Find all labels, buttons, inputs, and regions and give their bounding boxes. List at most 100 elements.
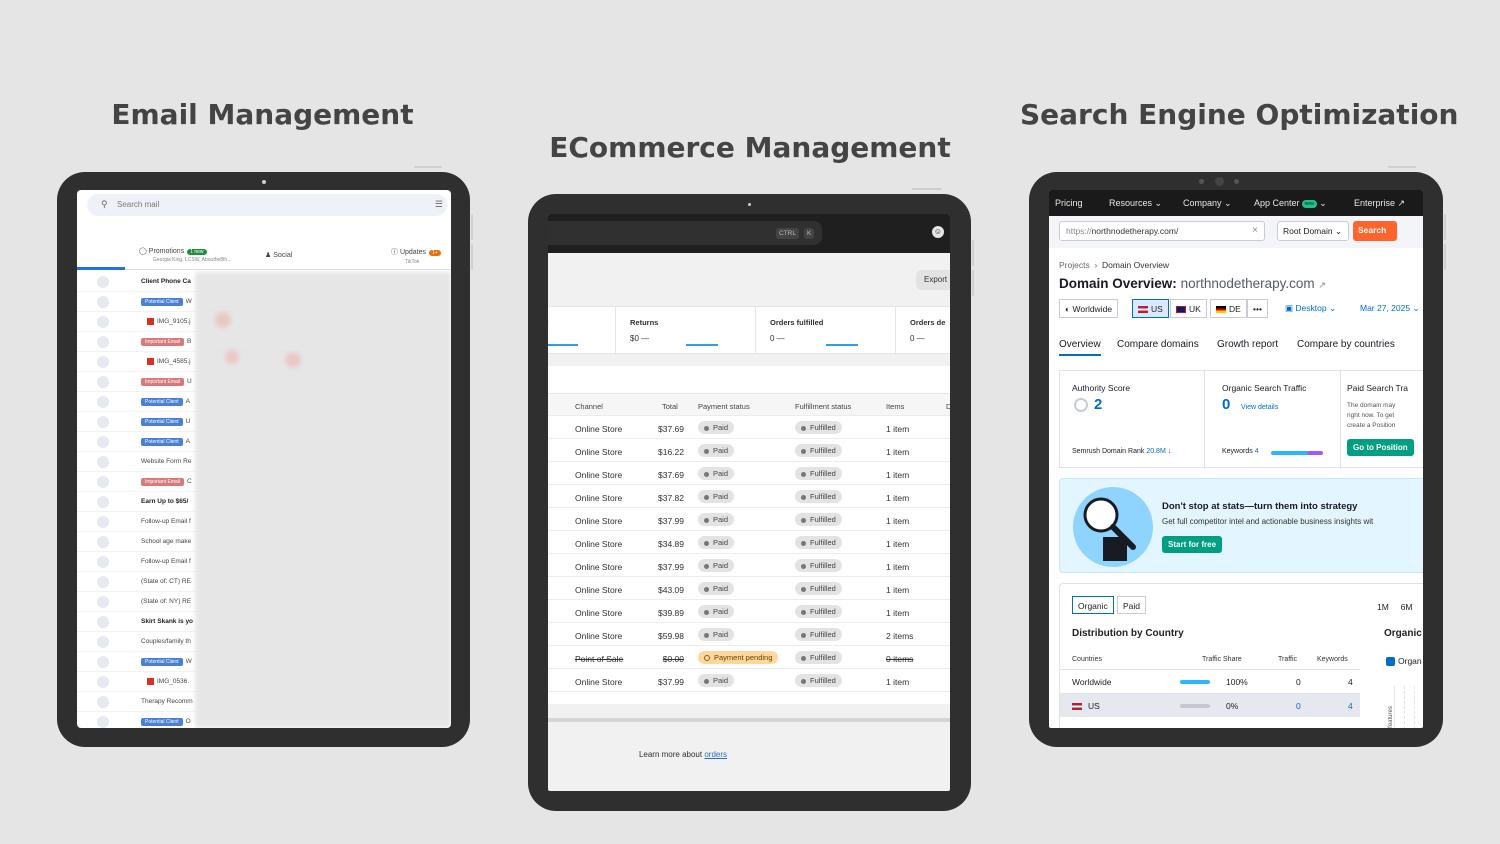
tab-compare-by-countries[interactable]: Compare by countries [1297,339,1395,350]
tab-compare-domains[interactable]: Compare domains [1117,339,1199,350]
fulfillment-status-badge: Fulfilled [795,513,842,526]
nav-pricing[interactable]: Pricing [1055,198,1083,208]
domain-rank-value[interactable]: 20.8M [1146,448,1165,455]
mail-subject: School age make [141,538,192,545]
blur-blob [215,312,231,328]
table-row[interactable]: Point of Sale $0.00 Payment pending Fulfill… [548,646,950,669]
sender-avatar [97,676,109,688]
nav-app-center[interactable]: App Center new ⌄ [1254,198,1327,209]
fulfillment-status-text: Fulfilled [810,492,836,501]
distribution-panel: Organic Paid 1M 6M Distribution by Count… [1059,583,1423,728]
geo-uk[interactable]: UK [1170,299,1207,318]
horizontal-scrollbar[interactable] [548,718,950,722]
start-for-free-button[interactable]: Start for free [1162,536,1223,553]
table-row[interactable]: Online Store $37.99 Paid Fulfilled 1 item [548,508,950,531]
nav-resources[interactable]: Resources ⌄ [1109,198,1162,209]
admin-search-bar[interactable]: CTRL K [548,221,822,245]
order-channel: Online Store [575,562,623,572]
nav-enterprise[interactable]: Enterprise ↗ [1354,198,1405,209]
sender-avatar [97,476,109,488]
chevron-down-icon: ⌄ [1224,198,1232,208]
col-items[interactable]: Items [886,402,904,411]
geo-us[interactable]: US [1132,299,1169,318]
orders-help-link[interactable]: orders [704,750,727,759]
page-title-prefix: Domain Overview: [1059,276,1177,291]
tab-updates[interactable]: ⓘ Updates 1+ TikTok [391,247,441,265]
segment-organic[interactable]: Organic [1072,596,1114,614]
tab-promotions[interactable]: ◯ Promotions 1 new Georgia King, LCSW, Ab… [139,247,231,263]
sender-avatar [97,396,109,408]
keywords-value[interactable]: 4 [1348,701,1353,711]
store-avatar-icon[interactable]: ☺ [932,226,944,238]
distribution-row[interactable]: Worldwide 100% 0 4 [1060,669,1360,693]
breadcrumb: Projects › Domain Overview [1059,260,1170,270]
domain-input[interactable]: https://northnodetherapy.com/ × [1059,221,1265,241]
col-delivery[interactable]: D [946,402,950,411]
view-details-link[interactable]: View details [1241,404,1278,411]
table-row[interactable]: Online Store $16.22 Paid Fulfilled 1 item [548,439,950,462]
tab-social[interactable]: ♟ Social [265,251,292,259]
mail-label-chip: Potential Client [141,658,183,666]
tab-overview[interactable]: Overview [1059,339,1101,356]
position-tracking-button[interactable]: Go to Position [1347,439,1414,456]
period-1m[interactable]: 1M [1377,602,1389,612]
traffic-value[interactable]: 0 [1296,701,1301,711]
col-fulfillment-status[interactable]: Fulfillment status [795,402,851,411]
sender-avatar [97,516,109,528]
geo-worldwide[interactable]: ◐ Worldwide [1059,299,1119,318]
search-button[interactable]: Search [1353,221,1397,241]
more-databases-button[interactable]: ••• [1247,299,1268,318]
segment-paid[interactable]: Paid [1117,596,1147,614]
col-traffic-share: Traffic Share [1202,656,1242,663]
clear-icon[interactable]: × [1252,225,1258,236]
chart-gridline [1414,686,1415,728]
organic-traffic-value[interactable]: 0 [1222,396,1230,413]
col-payment-status[interactable]: Payment status [698,402,750,411]
table-row[interactable]: Online Store $34.89 Paid Fulfilled 1 item [548,531,950,554]
table-row[interactable]: Online Store $39.89 Paid Fulfilled 1 item [548,600,950,623]
table-row[interactable]: Online Store $37.99 Paid Fulfilled 1 item [548,669,950,692]
breadcrumb-projects[interactable]: Projects [1059,260,1090,270]
country-name: US [1088,701,1100,711]
table-row[interactable]: Online Store $43.09 Paid Fulfilled 1 item [548,577,950,600]
mail-subject: IMG_4585.j [157,358,191,366]
date-select[interactable]: Mar 27, 2025 ⌄ [1360,303,1420,314]
payment-status-badge: Paid [698,559,735,572]
organic-legend-toggle[interactable]: Organ [1386,656,1422,667]
nav-company[interactable]: Company ⌄ [1183,198,1232,209]
order-channel: Online Store [575,493,623,503]
table-row[interactable]: Online Store $37.99 Paid Fulfilled 1 item [548,554,950,577]
table-row[interactable]: Online Store $59.98 Paid Fulfilled 2 items [548,623,950,646]
table-row[interactable]: Online Store $37.82 Paid Fulfilled 1 item [548,485,950,508]
external-link-icon[interactable]: ↗ [1318,280,1326,290]
table-row[interactable]: Online Store $37.69 Paid Fulfilled 1 item [548,462,950,485]
page-title-domain[interactable]: northnodetherapy.com [1181,276,1315,291]
orders-table: Channel Total Payment status Fulfillment… [548,366,950,704]
sender-avatar [97,536,109,548]
mail-search-input[interactable]: ⚲ Search mail ☰ [87,194,447,216]
mail-subject: C [187,478,192,485]
keywords-value[interactable]: 4 [1255,448,1259,455]
distribution-row[interactable]: US 0% 0 4 [1060,693,1360,717]
table-row[interactable]: Online Store $37.69 Paid Fulfilled 1 item [548,416,950,439]
promo-subtext: Get full competitor intel and actionable… [1162,517,1374,526]
order-channel: Point of Sale [575,654,624,664]
col-channel[interactable]: Channel [575,402,603,411]
blur-blob [285,352,301,368]
country-name: Worldwide [1072,677,1112,687]
export-button[interactable]: Export [916,270,950,290]
device-select[interactable]: ▣ Desktop ⌄ [1285,303,1336,314]
paid-traffic-card: Paid Search Tra The domain may right now… [1341,371,1423,469]
mail-subject: Client Phone Ca [141,278,191,285]
mail-search-placeholder: Search mail [117,200,160,209]
filter-icon[interactable]: ☰ [435,199,443,210]
payment-status-badge: Paid [698,490,735,503]
tablet-sensor [1199,179,1204,184]
col-total[interactable]: Total [662,402,678,411]
root-domain-select[interactable]: Root Domain ⌄ [1277,221,1349,241]
promo-banner: Don't stop at stats—turn them into strat… [1059,478,1423,573]
period-6m[interactable]: 6M [1401,602,1413,612]
geo-de[interactable]: DE [1210,299,1247,318]
us-flag-icon [1138,306,1148,314]
tab-growth-report[interactable]: Growth report [1217,339,1278,350]
